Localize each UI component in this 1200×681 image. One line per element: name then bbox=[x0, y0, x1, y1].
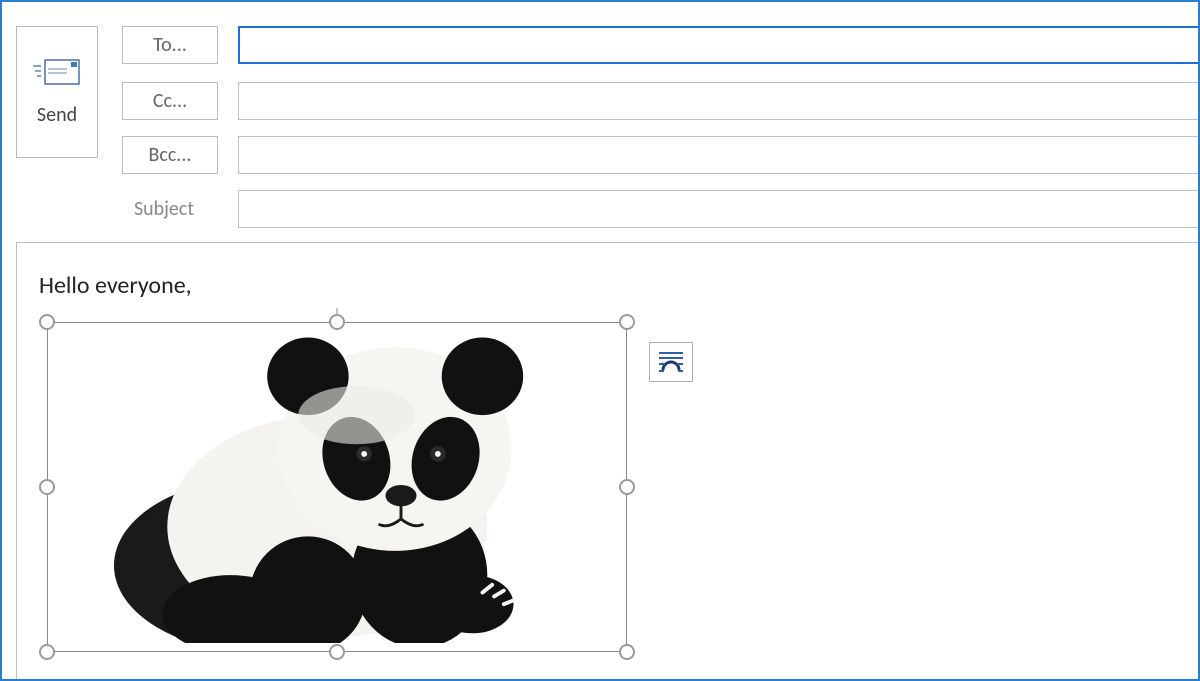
compose-window: Send To... Cc... Bcc... Subject Hello ev… bbox=[0, 0, 1200, 681]
to-row: To... bbox=[122, 26, 1198, 64]
resize-handle-top-left[interactable] bbox=[39, 314, 55, 330]
resize-handle-middle-right[interactable] bbox=[619, 479, 635, 495]
bcc-button[interactable]: Bcc... bbox=[122, 136, 218, 174]
to-input[interactable] bbox=[238, 26, 1198, 64]
cc-row: Cc... bbox=[122, 82, 1198, 120]
resize-handle-bottom-left[interactable] bbox=[39, 644, 55, 660]
layout-options-icon bbox=[657, 350, 685, 374]
resize-handle-top-right[interactable] bbox=[619, 314, 635, 330]
cc-input[interactable] bbox=[238, 82, 1198, 120]
bcc-input[interactable] bbox=[238, 136, 1198, 174]
panda-image bbox=[57, 323, 617, 643]
send-button[interactable]: Send bbox=[16, 26, 98, 158]
resize-handle-middle-left[interactable] bbox=[39, 479, 55, 495]
cc-button[interactable]: Cc... bbox=[122, 82, 218, 120]
resize-handle-bottom-middle[interactable] bbox=[329, 644, 345, 660]
resize-handle-top-middle[interactable] bbox=[329, 314, 345, 330]
envelope-send-icon bbox=[31, 57, 83, 87]
subject-label: Subject bbox=[110, 190, 218, 228]
resize-handle-bottom-right[interactable] bbox=[619, 644, 635, 660]
layout-options-button[interactable] bbox=[649, 342, 693, 382]
to-button[interactable]: To... bbox=[122, 26, 218, 64]
bcc-row: Bcc... bbox=[122, 136, 1198, 174]
subject-input[interactable] bbox=[238, 190, 1198, 228]
message-body[interactable]: Hello everyone, bbox=[16, 242, 1198, 679]
inserted-image-selection[interactable] bbox=[39, 314, 635, 660]
body-greeting: Hello everyone, bbox=[39, 271, 1176, 300]
subject-row: Subject bbox=[110, 190, 1198, 228]
inserted-image-frame[interactable] bbox=[47, 322, 627, 652]
send-label: Send bbox=[37, 103, 77, 127]
